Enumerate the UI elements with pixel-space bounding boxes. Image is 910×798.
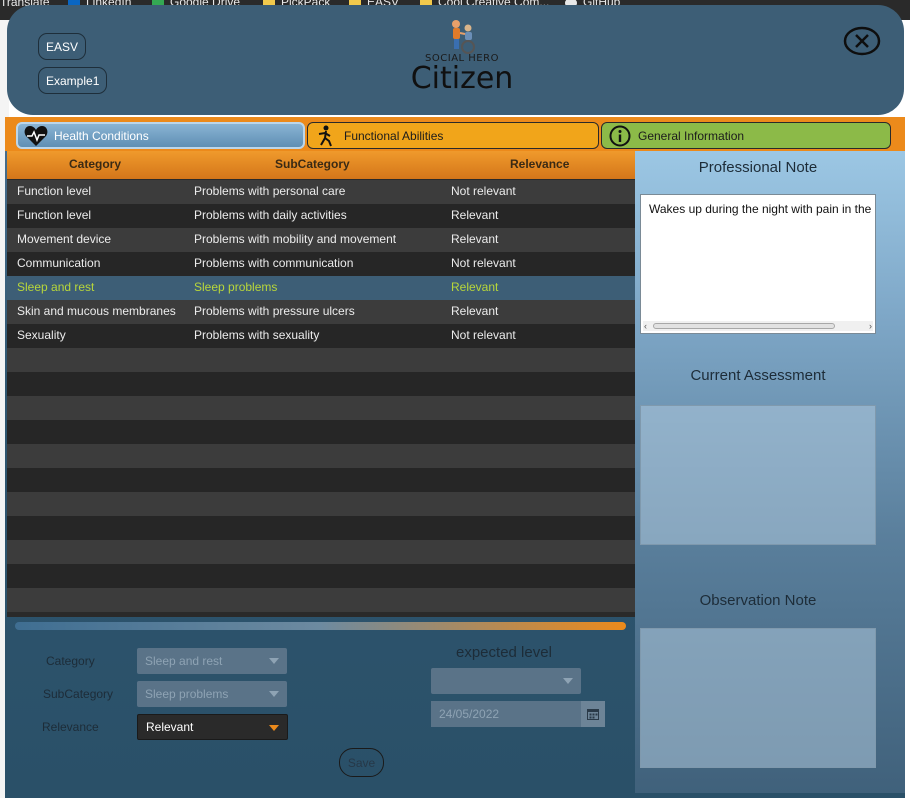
current-assessment-textarea[interactable] xyxy=(640,405,876,545)
subcategory-label: SubCategory xyxy=(43,687,114,701)
table-row-selected[interactable]: Sleep and rest Sleep problems Relevant xyxy=(7,276,635,300)
observation-note-textarea[interactable] xyxy=(640,628,876,768)
note-horizontal-scrollbar[interactable]: ‹ › xyxy=(643,321,873,331)
case-chip[interactable]: Example1 xyxy=(38,67,108,94)
table-row[interactable]: Movement device Problems with mobility a… xyxy=(7,228,635,252)
observation-note-title: Observation Note xyxy=(699,592,817,609)
category-select[interactable]: Sleep and rest xyxy=(137,648,287,674)
column-header-subcategory[interactable]: SubCategory xyxy=(275,157,350,171)
table-row[interactable]: Function level Problems with personal ca… xyxy=(7,180,635,204)
expected-level-label: expected level xyxy=(456,644,552,661)
tab-general-information[interactable]: General Information xyxy=(601,122,891,149)
conditions-table: Category SubCategory Relevance Function … xyxy=(7,151,635,617)
column-header-relevance[interactable]: Relevance xyxy=(510,157,569,171)
social-hero-figure-icon xyxy=(452,20,475,54)
save-button[interactable]: Save xyxy=(339,748,384,777)
empty-row xyxy=(7,492,635,516)
walking-person-icon xyxy=(314,124,338,148)
app-header: EASV Example1 SOCIAL HERO Citizen xyxy=(7,5,904,115)
empty-row xyxy=(7,372,635,396)
chevron-down-icon xyxy=(269,691,279,697)
table-row[interactable]: Skin and mucous membranes Problems with … xyxy=(7,300,635,324)
professional-note-textarea[interactable]: Wakes up during the night with pain in t… xyxy=(640,194,876,334)
tab-functional-abilities[interactable]: Functional Abilities xyxy=(307,122,599,149)
chevron-down-icon xyxy=(563,678,573,684)
empty-row xyxy=(7,468,635,492)
empty-row xyxy=(7,588,635,612)
chevron-right-icon[interactable]: › xyxy=(869,321,872,331)
chevron-left-icon[interactable]: ‹ xyxy=(644,321,647,331)
table-header: Category SubCategory Relevance xyxy=(7,151,635,179)
chevron-down-icon xyxy=(269,658,279,664)
tab-health-conditions[interactable]: Health Conditions xyxy=(16,122,305,149)
empty-row xyxy=(7,396,635,420)
tab-strip: Health Conditions Functional Abilities G… xyxy=(5,117,905,151)
empty-row xyxy=(7,564,635,588)
school-chip[interactable]: EASV xyxy=(38,33,87,60)
relevance-label: Relevance xyxy=(42,720,99,734)
empty-row xyxy=(7,420,635,444)
date-picker[interactable]: 24/05/2022 xyxy=(431,701,605,727)
close-icon xyxy=(843,26,881,56)
table-horizontal-scrollbar[interactable] xyxy=(15,622,626,630)
empty-row xyxy=(7,444,635,468)
relevance-select[interactable]: Relevant xyxy=(137,714,288,740)
close-button[interactable] xyxy=(842,24,882,58)
scrollbar-thumb[interactable] xyxy=(653,323,835,329)
empty-row xyxy=(7,348,635,372)
expected-level-select[interactable] xyxy=(431,668,581,694)
table-row[interactable]: Function level Problems with daily activ… xyxy=(7,204,635,228)
subcategory-select[interactable]: Sleep problems xyxy=(137,681,287,707)
column-header-category[interactable]: Category xyxy=(69,157,121,171)
heart-pulse-icon xyxy=(24,124,48,148)
logo-title: Citizen xyxy=(410,61,514,96)
table-row[interactable]: Communication Problems with communicatio… xyxy=(7,252,635,276)
chevron-down-icon xyxy=(269,725,279,731)
info-icon xyxy=(608,124,632,148)
empty-row xyxy=(7,516,635,540)
category-label: Category xyxy=(46,654,95,668)
current-assessment-title: Current Assessment xyxy=(690,367,826,384)
professional-note-title: Professional Note xyxy=(698,159,818,176)
app-logo: SOCIAL HERO Citizen xyxy=(402,19,522,111)
empty-row xyxy=(7,540,635,564)
table-row[interactable]: Sexuality Problems with sexuality Not re… xyxy=(7,324,635,348)
calendar-icon[interactable] xyxy=(581,701,605,727)
